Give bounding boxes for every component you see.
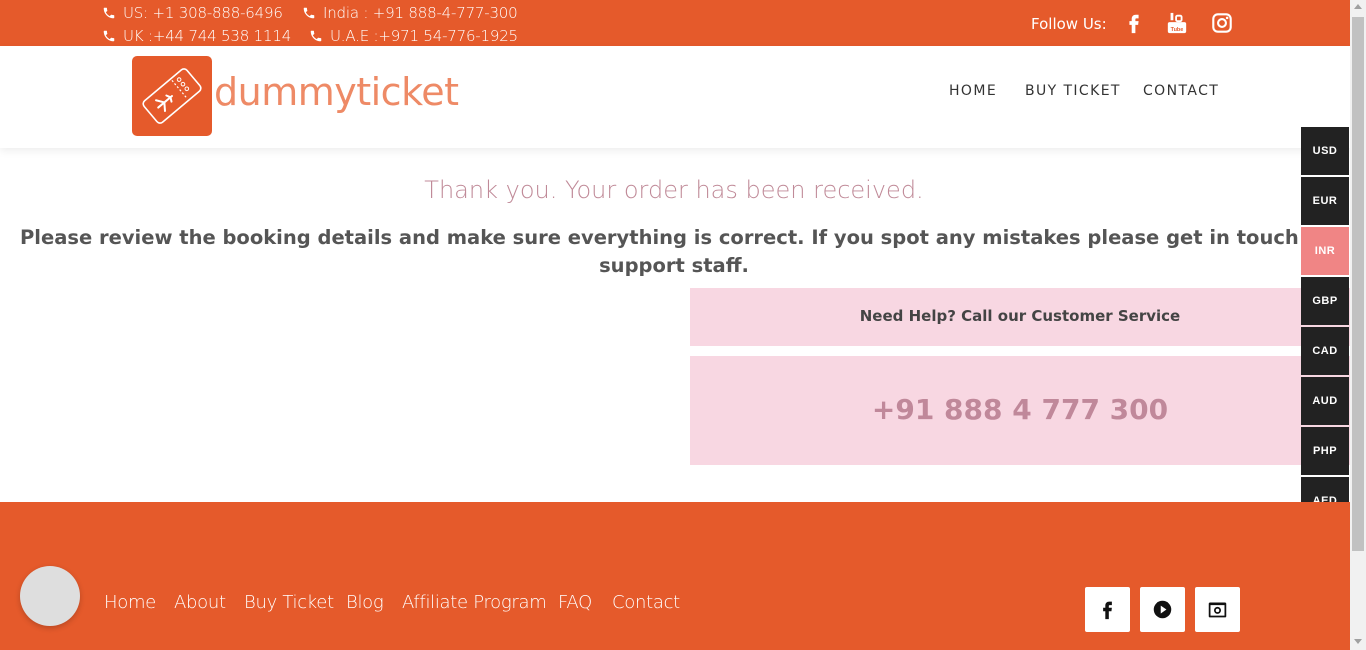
phone-us[interactable]: US: +1 308-888-6496: [102, 4, 283, 22]
nav-home[interactable]: HOME: [949, 83, 997, 99]
phone-icon: [310, 30, 322, 42]
review-notice-line1: Please review the booking details and ma…: [20, 226, 1330, 249]
footer-youtube-button[interactable]: [1140, 587, 1185, 632]
play-icon: [1153, 600, 1172, 619]
currency-gbp[interactable]: GBP: [1301, 277, 1349, 325]
footer-link-faq[interactable]: FAQ: [558, 592, 592, 613]
footer-instagram-button[interactable]: [1195, 587, 1240, 632]
currency-usd[interactable]: USD: [1301, 127, 1349, 175]
phone-uk[interactable]: UK :+44 744 538 1114: [102, 27, 291, 45]
nav-buy-ticket[interactable]: BUY TICKET: [1025, 83, 1121, 99]
follow-us-label: Follow Us:: [1031, 15, 1107, 33]
footer-link-home[interactable]: Home: [104, 592, 156, 613]
currency-aud[interactable]: AUD: [1301, 377, 1349, 425]
phone-icon: [103, 30, 115, 42]
ticket-icon: [142, 68, 202, 124]
instagram-icon[interactable]: [1211, 11, 1233, 35]
phone-icon: [103, 7, 115, 19]
currency-eur[interactable]: EUR: [1301, 177, 1349, 225]
review-notice-line2: support staff.: [599, 254, 749, 277]
phone-icon: [303, 7, 315, 19]
footer-link-buy-ticket[interactable]: Buy Ticket: [244, 592, 334, 613]
facebook-icon[interactable]: [1123, 11, 1145, 35]
currency-inr[interactable]: INR: [1301, 227, 1349, 275]
scrollbar-thumb[interactable]: [1352, 17, 1364, 551]
order-received-heading: Thank you. Your order has been received.: [424, 176, 924, 204]
scroll-up-arrow-icon[interactable]: [1354, 4, 1362, 9]
youtube-icon[interactable]: Tube: [1166, 11, 1188, 35]
footer-link-blog[interactable]: Blog: [346, 592, 384, 613]
camera-icon: [1208, 602, 1227, 618]
currency-php[interactable]: PHP: [1301, 427, 1349, 475]
phone-uae[interactable]: U.A.E :+971 54-776-1925: [309, 27, 518, 45]
logo-text[interactable]: dummyticket: [214, 70, 459, 114]
help-label: Need Help? Call our Customer Service: [859, 307, 1181, 325]
phone-panel: +91 888 4 777 300: [690, 356, 1350, 465]
scroll-down-arrow-icon[interactable]: [1354, 639, 1362, 644]
footer-link-about[interactable]: About: [174, 592, 226, 613]
footer-facebook-button[interactable]: [1085, 587, 1130, 632]
footer-link-affiliate[interactable]: Affiliate Program: [402, 592, 547, 613]
page-scrollbar[interactable]: [1350, 0, 1366, 650]
facebook-icon: [1103, 601, 1112, 620]
site-footer: Home About Buy Ticket Blog Affiliate Pro…: [0, 502, 1350, 650]
nav-contact[interactable]: CONTACT: [1143, 83, 1219, 99]
site-header: dummyticket HOME BUY TICKET CONTACT: [0, 46, 1350, 148]
footer-link-contact[interactable]: Contact: [612, 592, 680, 613]
currency-cad[interactable]: CAD: [1301, 327, 1349, 375]
logo[interactable]: [132, 56, 212, 136]
help-panel: Need Help? Call our Customer Service: [690, 288, 1350, 346]
chat-widget-button[interactable]: [20, 566, 80, 626]
customer-service-phone[interactable]: +91 888 4 777 300: [690, 393, 1350, 426]
top-contact-bar: US: +1 308-888-6496 India : +91 888-4-77…: [0, 0, 1350, 46]
svg-text:Tube: Tube: [1171, 27, 1184, 33]
phone-india[interactable]: India : +91 888-4-777-300: [302, 4, 518, 22]
